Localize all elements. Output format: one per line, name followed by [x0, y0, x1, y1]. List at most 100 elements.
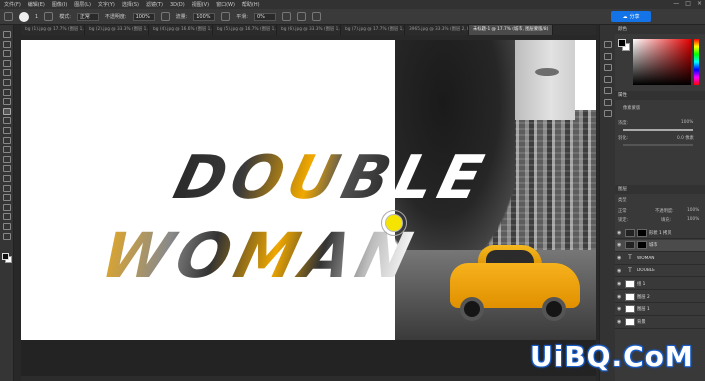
layer-mask-thumbnail[interactable]	[637, 228, 647, 237]
visibility-eye-icon[interactable]: ◉	[617, 319, 623, 325]
document-tab[interactable]: bg (5).jpg @ 16.7% (图层 1, RGB/8)	[213, 25, 277, 35]
smooth-field[interactable]: 0%	[253, 12, 276, 21]
hue-slider[interactable]	[694, 39, 699, 85]
foreground-color-swatch[interactable]	[2, 253, 9, 260]
panel-icon-strip	[599, 25, 615, 381]
symmetry-icon[interactable]	[311, 12, 321, 21]
layer-opacity-value[interactable]: 100%	[687, 208, 699, 213]
layer-row[interactable]: ◉ 背景	[615, 317, 705, 329]
brush-preset-picker[interactable]	[19, 11, 29, 22]
brush-tool-icon[interactable]	[3, 107, 11, 115]
lasso-tool-icon[interactable]	[3, 50, 11, 58]
path-select-icon[interactable]	[3, 194, 11, 202]
quick-select-tool-icon[interactable]	[3, 59, 11, 67]
move-tool-icon[interactable]	[3, 31, 11, 38]
menu-item[interactable]: 视图(V)	[192, 1, 209, 8]
shape-tool-icon[interactable]	[3, 203, 11, 211]
visibility-eye-icon[interactable]: ◉	[617, 242, 623, 248]
layers-panel-header[interactable]: 图层	[615, 185, 705, 194]
visibility-eye-icon[interactable]: ◉	[617, 294, 623, 300]
frame-tool-icon[interactable]	[3, 79, 11, 86]
document-tab[interactable]: bg (6).jpg @ 33.3% (图层 1, RGB/8)	[277, 25, 341, 35]
healing-tool-icon[interactable]	[3, 98, 11, 106]
layer-row[interactable]: ◉ T WOMAN	[615, 253, 705, 265]
close-icon[interactable]: ×	[697, 0, 702, 7]
feather-value[interactable]: 0.0 像素	[677, 135, 694, 141]
panel-foreground-swatch[interactable]	[618, 39, 626, 47]
menu-item[interactable]: 图像(I)	[52, 1, 67, 8]
menu-item[interactable]: 窗口(W)	[216, 1, 235, 8]
brush-tool-icon[interactable]	[4, 12, 13, 21]
clone-stamp-icon[interactable]	[3, 117, 11, 125]
zoom-tool-icon[interactable]	[3, 223, 11, 230]
menu-item[interactable]: 文字(Y)	[98, 1, 115, 8]
eyedropper-tool-icon[interactable]	[3, 88, 11, 96]
document-tab[interactable]: bg (1).jpg @ 17.7% (图层 1, RGB/8)	[21, 25, 85, 35]
hand-tool-icon[interactable]	[3, 213, 11, 221]
blend-mode-select[interactable]: 正常	[618, 208, 627, 214]
artboard[interactable]: DOUBLE WOMAN	[21, 40, 596, 340]
history-brush-icon[interactable]	[3, 127, 11, 134]
history-icon[interactable]	[604, 41, 612, 48]
mode-select[interactable]: 正常	[76, 12, 99, 21]
menu-item[interactable]: 选择(S)	[122, 1, 139, 8]
blur-tool-icon[interactable]	[3, 155, 11, 163]
minimize-icon[interactable]: —	[673, 0, 679, 7]
document-tab[interactable]: bg (2).jpg @ 33.3% (图层 1, RGB/8)	[85, 25, 149, 35]
menu-item[interactable]: 编辑(E)	[28, 1, 45, 8]
visibility-eye-icon[interactable]: ◉	[617, 281, 623, 287]
layer-row[interactable]: ◉ 形状 1 拷贝	[615, 227, 705, 239]
menu-item[interactable]: 图层(L)	[74, 1, 91, 8]
visibility-eye-icon[interactable]: ◉	[617, 255, 623, 261]
opacity-field[interactable]: 100%	[132, 12, 155, 21]
adjustments-icon[interactable]	[604, 52, 612, 60]
density-slider[interactable]	[623, 129, 693, 131]
layer-mask-thumbnail[interactable]	[637, 241, 647, 250]
document-tab[interactable]: 未标题-1 @ 17.7% (城市, 图层蒙版/8)	[469, 25, 554, 35]
layer-row[interactable]: ◉ 图层 1	[615, 304, 705, 316]
pressure-opacity-icon[interactable]	[160, 12, 170, 21]
layer-row[interactable]: ◉ T DOUBLE	[615, 265, 705, 278]
character-icon[interactable]	[604, 98, 612, 106]
maximize-icon[interactable]: □	[685, 0, 691, 7]
fill-value[interactable]: 100%	[687, 217, 699, 222]
density-value[interactable]: 100%	[681, 120, 693, 125]
layer-row[interactable]: ◉ 组 1	[615, 278, 705, 291]
visibility-eye-icon[interactable]: ◉	[617, 306, 623, 312]
feather-slider[interactable]	[623, 144, 693, 146]
menu-item[interactable]: 文件(F)	[4, 1, 21, 8]
document-tab[interactable]: bg (4).jpg @ 16.6% (图层 1, RGB/8)	[149, 25, 213, 35]
color-panel-header[interactable]: 颜色	[615, 25, 705, 34]
info-icon[interactable]	[604, 64, 612, 71]
menu-item[interactable]: 帮助(H)	[242, 1, 260, 8]
menu-item[interactable]: 滤镜(T)	[146, 1, 163, 8]
libraries-icon[interactable]	[604, 110, 612, 117]
menu-item[interactable]: 3D(D)	[170, 2, 185, 8]
dodge-tool-icon[interactable]	[3, 165, 11, 173]
marquee-tool-icon[interactable]	[3, 40, 11, 48]
visibility-eye-icon[interactable]: ◉	[617, 230, 623, 236]
share-button[interactable]: ☁ 分享	[611, 11, 651, 22]
crop-tool-icon[interactable]	[3, 69, 11, 77]
brush-settings-icon[interactable]	[44, 12, 54, 21]
eraser-tool-icon[interactable]	[3, 136, 11, 144]
document-tab[interactable]: bg (7).jpg @ 17.7% (图层 1, RGB/8)	[341, 25, 405, 35]
swatches-icon[interactable]	[604, 75, 612, 83]
document-tab[interactable]: 3965.jpg @ 33.3% (图层 2, RGB/8)	[405, 25, 469, 35]
layer-row[interactable]: ◉ 城市	[615, 239, 705, 252]
paragraph-icon[interactable]	[604, 87, 612, 94]
color-picker-field[interactable]	[633, 39, 691, 85]
visibility-eye-icon[interactable]: ◉	[617, 268, 623, 274]
pressure-size-icon[interactable]	[296, 12, 306, 21]
horizontal-scrollbar[interactable]	[21, 376, 596, 381]
layer-row[interactable]: ◉ 图层 2	[615, 291, 705, 303]
flow-field[interactable]: 100%	[193, 12, 216, 21]
layer-kind-filter[interactable]: 类型	[618, 197, 627, 203]
pen-tool-icon[interactable]	[3, 175, 11, 182]
airbrush-icon[interactable]	[221, 12, 231, 21]
properties-panel-header[interactable]: 属性	[615, 91, 705, 100]
more-tools-icon[interactable]	[3, 232, 11, 240]
gradient-tool-icon[interactable]	[3, 146, 11, 154]
smoothing-settings-icon[interactable]	[281, 12, 291, 21]
type-tool-icon[interactable]	[3, 184, 11, 192]
